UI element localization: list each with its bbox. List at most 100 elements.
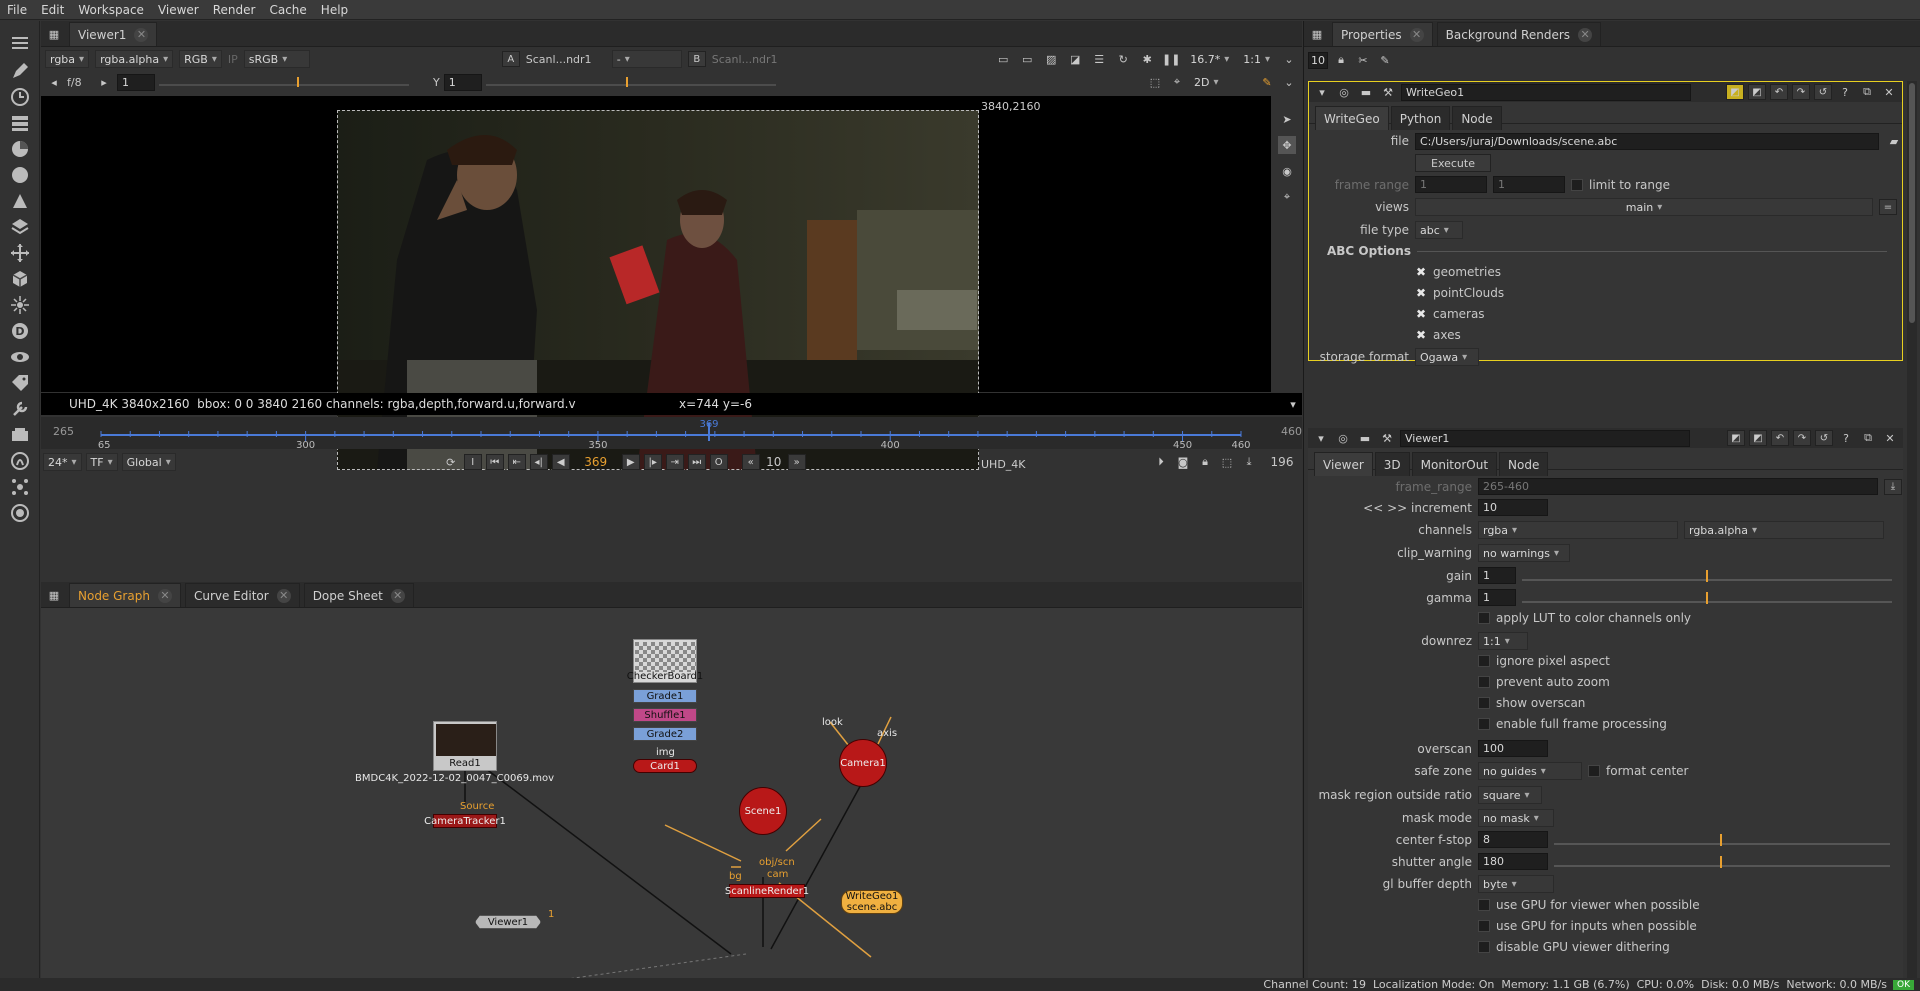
storage-dropdown[interactable]: Ogawa: [1415, 348, 1479, 366]
render-icon[interactable]: ◙: [1174, 453, 1192, 471]
float-icon[interactable]: ⧉: [1858, 83, 1876, 101]
gain-input[interactable]: 1: [1478, 567, 1516, 584]
geometries-checkbox[interactable]: ✖: [1415, 265, 1427, 279]
color-icon[interactable]: [8, 137, 32, 161]
close-icon[interactable]: ✕: [1578, 27, 1593, 42]
timeline[interactable]: 265 265 300 350 400 450 460 369 460: [41, 417, 1302, 449]
record-icon[interactable]: ◉: [1278, 162, 1296, 180]
menu-workspace[interactable]: Workspace: [71, 3, 151, 17]
transform-icon[interactable]: [8, 241, 32, 265]
clear-icon[interactable]: ✂: [1354, 51, 1372, 69]
timeline-out[interactable]: 460: [1281, 425, 1302, 438]
paint-icon[interactable]: ✎: [1258, 73, 1276, 91]
increment-input[interactable]: 10: [1478, 499, 1548, 516]
tab-monitorout[interactable]: MonitorOut: [1411, 452, 1498, 476]
tab-curve-editor[interactable]: Curve Editor ✕: [184, 583, 300, 607]
expand-icon[interactable]: ⌄: [1280, 73, 1298, 91]
node-grade1[interactable]: Grade1: [633, 689, 697, 703]
gpu-inputs-checkbox[interactable]: [1478, 920, 1490, 932]
filetype-dropdown[interactable]: abc: [1415, 221, 1463, 239]
channels2-dropdown[interactable]: rgba.alpha: [1684, 521, 1884, 539]
gamma-slider[interactable]: [485, 75, 776, 89]
next-frame-icon[interactable]: |▸: [643, 454, 662, 470]
tab-node-graph[interactable]: Node Graph ✕: [69, 583, 181, 607]
axis-icon[interactable]: ⌖: [1168, 73, 1186, 91]
menu-help[interactable]: Help: [314, 3, 355, 17]
color-icon[interactable]: ◩: [1726, 84, 1744, 100]
help-icon[interactable]: ?: [1836, 83, 1854, 101]
transform-handle-icon[interactable]: ✥: [1278, 136, 1296, 154]
b-input-dropdown[interactable]: Scanl...ndr1: [712, 53, 792, 66]
prevent-zoom-checkbox[interactable]: [1478, 676, 1490, 688]
export-icon[interactable]: ⤓: [1240, 453, 1258, 471]
tab-background-renders[interactable]: Background Renders ✕: [1436, 22, 1602, 46]
merge-icon[interactable]: [8, 215, 32, 239]
gamma-slider[interactable]: [1522, 590, 1892, 606]
close-icon[interactable]: ✕: [276, 588, 291, 603]
channels-dropdown[interactable]: rgba: [1478, 521, 1678, 539]
camera-icon[interactable]: ▬: [1357, 83, 1375, 101]
wrench-icon[interactable]: ⚒: [1379, 83, 1397, 101]
node-viewer1[interactable]: Viewer1: [475, 915, 541, 929]
safe-zone-dropdown[interactable]: no guides: [1478, 762, 1582, 780]
frame-range-end[interactable]: 1: [1493, 176, 1565, 193]
time-icon[interactable]: [8, 85, 32, 109]
downrez-dropdown[interactable]: 1:1: [1478, 632, 1528, 650]
folder-icon[interactable]: ▰: [1885, 132, 1903, 150]
merge-mode-dropdown[interactable]: -: [611, 50, 682, 68]
viewer-canvas[interactable]: 3840,2160 UHD_4K: [41, 96, 1271, 471]
view-mode-dropdown[interactable]: 2D: [1190, 73, 1254, 91]
pause-icon[interactable]: ❚❚: [1162, 50, 1180, 68]
pane-menu-icon[interactable]: ▦: [45, 25, 63, 43]
ip-toggle[interactable]: IP: [228, 53, 238, 66]
color-icon[interactable]: ◩: [1727, 430, 1745, 446]
menu-cache[interactable]: Cache: [262, 3, 313, 17]
undo-icon[interactable]: ↶: [1770, 84, 1788, 100]
ratio-dropdown[interactable]: 1:1: [1239, 50, 1274, 68]
float-icon[interactable]: ⧉: [1859, 429, 1877, 447]
menu-file[interactable]: File: [0, 3, 34, 17]
out-point-button[interactable]: O: [709, 454, 728, 470]
views-expand-icon[interactable]: =: [1879, 199, 1897, 215]
wipe-icon[interactable]: ◪: [1066, 50, 1084, 68]
tab-writegeo[interactable]: WriteGeo: [1315, 106, 1389, 130]
execute-button[interactable]: Execute: [1415, 154, 1491, 172]
filter-icon[interactable]: [8, 163, 32, 187]
overscan-icon[interactable]: ▭: [1018, 50, 1036, 68]
toolsets-icon[interactable]: [8, 397, 32, 421]
deep-icon[interactable]: D: [8, 319, 32, 343]
gear-icon[interactable]: ✱: [1138, 50, 1156, 68]
camera-icon[interactable]: ▬: [1356, 429, 1374, 447]
tab-viewer[interactable]: Viewer: [1314, 452, 1373, 476]
frame-range-icon[interactable]: ⤓: [1884, 478, 1902, 495]
node-writegeo1[interactable]: WriteGeo1 scene.abc: [841, 890, 903, 914]
close-icon[interactable]: ✕: [1409, 27, 1424, 42]
revert-icon[interactable]: ↺: [1815, 430, 1833, 446]
node-checkerboard[interactable]: CheckerBoard1: [627, 639, 703, 683]
node-name-field[interactable]: WriteGeo1: [1401, 83, 1691, 101]
color2-icon[interactable]: ◩: [1748, 84, 1766, 100]
dither-checkbox[interactable]: [1478, 941, 1490, 953]
loop-icon[interactable]: ⟳: [442, 453, 460, 471]
step-value[interactable]: 10: [764, 455, 784, 469]
fstop-input[interactable]: 8: [1478, 831, 1548, 848]
play-icon[interactable]: ▶: [621, 454, 640, 470]
select-icon[interactable]: ➤: [1278, 110, 1296, 128]
clip-icon[interactable]: ▨: [1042, 50, 1060, 68]
close-icon[interactable]: ✕: [390, 588, 405, 603]
tab-node[interactable]: Node: [1452, 106, 1502, 130]
cache-icon[interactable]: ⬚: [1218, 453, 1236, 471]
zoom-dropdown[interactable]: 16.7*: [1186, 50, 1233, 68]
clip-warning-dropdown[interactable]: no warnings: [1478, 544, 1570, 562]
nodegraph-canvas[interactable]: CheckerBoard1 Grade1 Shuffle1 Grade2 img…: [41, 609, 1302, 980]
lock-icon[interactable]: 🔒︎: [1196, 453, 1214, 471]
node-camera1[interactable]: Camera1: [839, 739, 887, 787]
menu-viewer[interactable]: Viewer: [151, 3, 206, 17]
cara-icon[interactable]: [8, 501, 32, 525]
gl-buffer-dropdown[interactable]: byte: [1478, 875, 1554, 893]
node-scanlinerender1[interactable]: ScanlineRender1: [725, 884, 809, 898]
menu-render[interactable]: Render: [206, 3, 263, 17]
wrench-icon[interactable]: ⚒: [1378, 429, 1396, 447]
file-input[interactable]: C:/Users/juraj/Downloads/scene.abc: [1415, 132, 1879, 150]
other-icon[interactable]: [8, 423, 32, 447]
